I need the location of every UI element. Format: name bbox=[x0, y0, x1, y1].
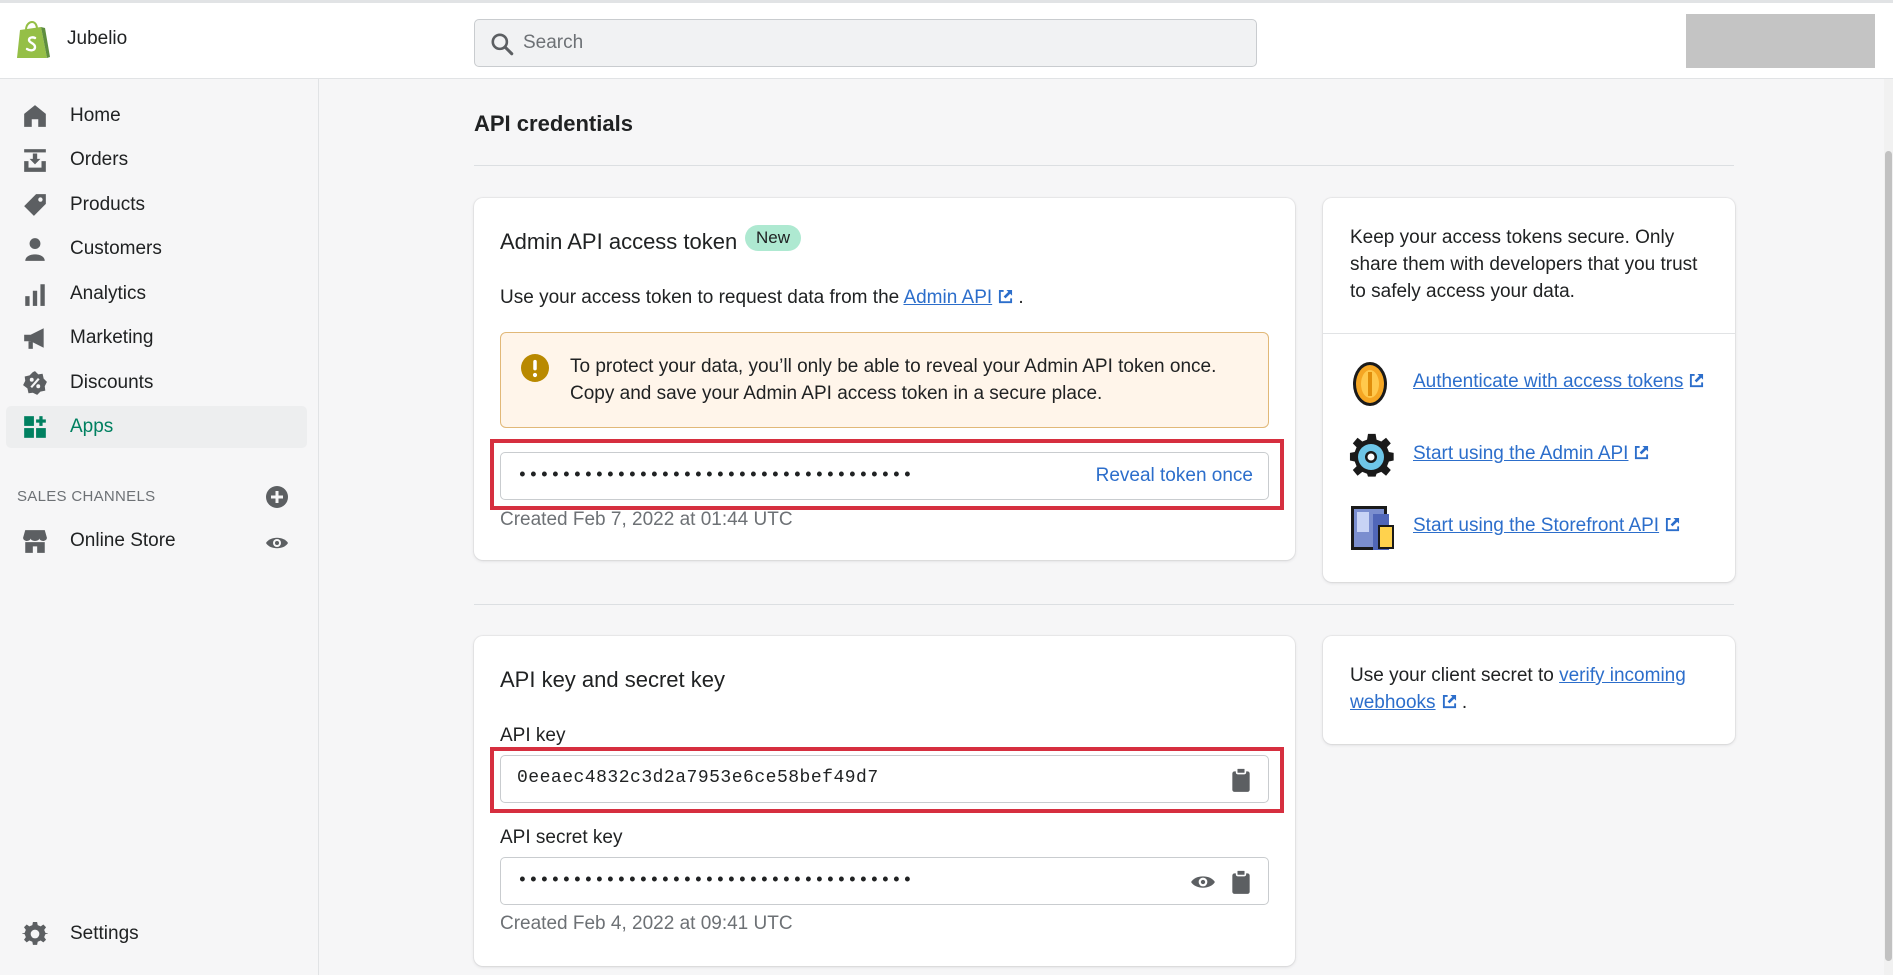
sidebar: Home Orders Products Customers Analytics… bbox=[0, 79, 319, 975]
external-link-icon bbox=[1442, 694, 1456, 709]
authenticate-link[interactable]: Authenticate with access tokens bbox=[1413, 371, 1704, 393]
api-secret-label: API secret key bbox=[500, 827, 623, 848]
scrollbar-thumb[interactable] bbox=[1885, 151, 1892, 961]
storefront-api-link[interactable]: Start using the Storefront API bbox=[1413, 515, 1680, 537]
page-scrollbar[interactable] bbox=[1884, 79, 1893, 975]
sidebar-item-label: Marketing bbox=[70, 327, 154, 348]
sidebar-item-online-store[interactable]: Online Store bbox=[6, 520, 307, 562]
sidebar-item-customers[interactable]: Customers bbox=[6, 228, 307, 270]
section-divider bbox=[474, 604, 1734, 605]
apps-icon bbox=[24, 416, 46, 438]
api-keys-title: API key and secret key bbox=[500, 667, 725, 692]
api-key-highlight-box bbox=[490, 747, 1284, 813]
sidebar-item-home[interactable]: Home bbox=[6, 95, 307, 137]
warning-banner: To protect your data, you’ll only be abl… bbox=[500, 332, 1269, 428]
sidebar-item-label: Settings bbox=[70, 923, 139, 944]
sidebar-item-label: Apps bbox=[70, 416, 114, 437]
search-input[interactable] bbox=[523, 20, 1223, 66]
sidebar-item-settings[interactable]: Settings bbox=[6, 913, 307, 955]
tag-icon bbox=[24, 194, 46, 216]
security-card-divider bbox=[1323, 333, 1735, 334]
storefront-icon bbox=[1351, 506, 1394, 550]
sidebar-item-discounts[interactable]: Discounts bbox=[6, 362, 307, 404]
sidebar-item-label: Online Store bbox=[70, 530, 176, 551]
shopify-logo-icon[interactable] bbox=[14, 21, 52, 61]
orders-icon bbox=[24, 149, 46, 172]
security-tips-card: Keep your access tokens secure. Only sha… bbox=[1323, 198, 1735, 582]
sidebar-item-label: Home bbox=[70, 105, 121, 126]
sidebar-item-label: Discounts bbox=[70, 372, 154, 393]
sidebar-item-label: Customers bbox=[70, 238, 162, 259]
api-secret-field[interactable]: •••••••••••••••••••••••••••••••••••• bbox=[500, 857, 1269, 905]
sidebar-item-label: Products bbox=[70, 194, 145, 215]
new-badge: New bbox=[745, 225, 802, 251]
bar-chart-icon bbox=[25, 284, 45, 306]
sidebar-item-label: Analytics bbox=[70, 283, 147, 304]
person-icon bbox=[25, 238, 45, 261]
sales-channels-heading: SALES CHANNELS bbox=[17, 488, 156, 505]
clipboard-icon[interactable] bbox=[1228, 869, 1254, 895]
sidebar-item-label: Orders bbox=[70, 149, 129, 170]
admin-api-link[interactable]: Admin API bbox=[903, 287, 1013, 308]
sidebar-item-apps[interactable]: Apps bbox=[6, 406, 307, 448]
top-bar: Jubelio bbox=[0, 0, 1893, 79]
webhook-card: Use your client secret to verify incomin… bbox=[1323, 636, 1735, 744]
warning-text: To protect your data, you’ll only be abl… bbox=[570, 356, 1217, 404]
home-icon bbox=[24, 105, 46, 127]
warning-icon bbox=[521, 354, 549, 382]
token-highlight-box bbox=[490, 439, 1284, 510]
search-icon bbox=[491, 33, 514, 56]
sidebar-item-marketing[interactable]: Marketing bbox=[6, 317, 307, 359]
sidebar-item-products[interactable]: Products bbox=[6, 184, 307, 226]
api-secret-value: •••••••••••••••••••••••••••••••••••• bbox=[517, 871, 914, 891]
page-title: API credentials bbox=[474, 111, 633, 136]
megaphone-icon bbox=[24, 328, 44, 349]
api-key-label: API key bbox=[500, 725, 566, 746]
webhook-text: Use your client secret to verify incomin… bbox=[1350, 665, 1686, 713]
security-tips-text: Keep your access tokens secure. Only sha… bbox=[1350, 227, 1698, 302]
gear-icon bbox=[22, 922, 48, 945]
admin-token-title: Admin API access token bbox=[500, 229, 738, 254]
sidebar-item-analytics[interactable]: Analytics bbox=[6, 273, 307, 315]
store-name[interactable]: Jubelio bbox=[67, 28, 127, 50]
sidebar-item-orders[interactable]: Orders bbox=[6, 139, 307, 181]
admin-token-description: Use your access token to request data fr… bbox=[500, 287, 1024, 308]
external-link-icon bbox=[1635, 445, 1649, 460]
profile-menu[interactable] bbox=[1686, 14, 1875, 68]
admin-api-guide-link[interactable]: Start using the Admin API bbox=[1413, 443, 1649, 465]
external-link-icon bbox=[1690, 373, 1704, 388]
eye-icon[interactable] bbox=[1190, 869, 1216, 895]
api-keys-created: Created Feb 4, 2022 at 09:41 UTC bbox=[500, 913, 793, 934]
discount-icon bbox=[23, 371, 47, 395]
admin-token-created: Created Feb 7, 2022 at 01:44 UTC bbox=[500, 509, 793, 530]
search-bar[interactable] bbox=[474, 19, 1257, 67]
external-link-icon bbox=[1666, 517, 1680, 532]
add-circle-icon[interactable] bbox=[265, 485, 289, 509]
eye-icon[interactable] bbox=[265, 531, 289, 555]
gear-icon bbox=[1349, 433, 1394, 477]
external-link-icon bbox=[999, 289, 1013, 304]
title-divider bbox=[474, 165, 1734, 166]
store-icon bbox=[23, 530, 47, 553]
coin-icon bbox=[1353, 362, 1387, 406]
